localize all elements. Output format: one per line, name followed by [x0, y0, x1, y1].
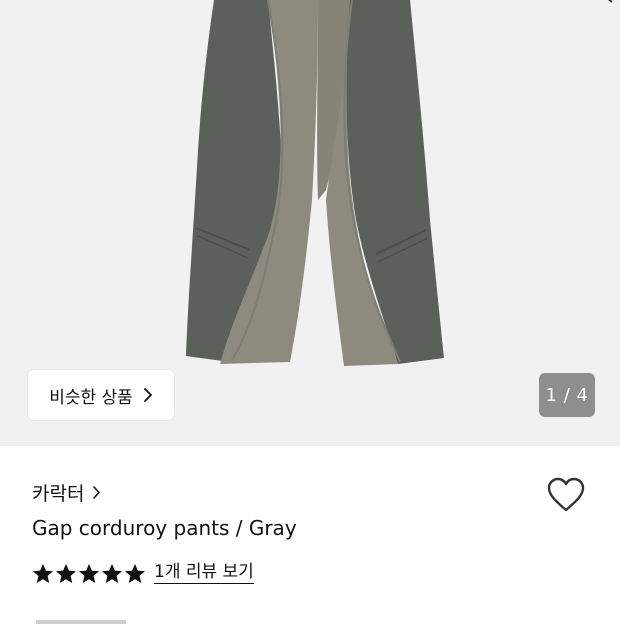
star-filled-icon: [79, 563, 99, 583]
share-icon[interactable]: [600, 0, 616, 8]
similar-products-button[interactable]: 비슷한 상품: [28, 370, 174, 420]
rating-stars: [32, 563, 146, 584]
review-link[interactable]: 1개 리뷰 보기: [154, 562, 254, 584]
similar-products-label: 비슷한 상품: [49, 387, 133, 408]
product-title: Gap corduroy pants / Gray: [32, 516, 297, 540]
brand-name: 카락터: [32, 482, 85, 505]
heart-outline-icon[interactable]: [546, 477, 586, 513]
star-filled-icon: [125, 563, 145, 583]
rating-row: 1개 리뷰 보기: [32, 560, 254, 586]
product-image-gallery[interactable]: 비슷한 상품 1 / 4: [0, 0, 620, 446]
image-page-indicator: 1 / 4: [539, 373, 595, 417]
chevron-right-icon: [93, 485, 101, 499]
star-filled-icon: [33, 563, 53, 583]
star-filled-icon: [56, 563, 76, 583]
brand-link[interactable]: 카락터: [32, 478, 101, 506]
chevron-right-icon: [143, 388, 152, 402]
star-filled-icon: [102, 563, 122, 583]
price-text-cropped: [36, 620, 126, 624]
